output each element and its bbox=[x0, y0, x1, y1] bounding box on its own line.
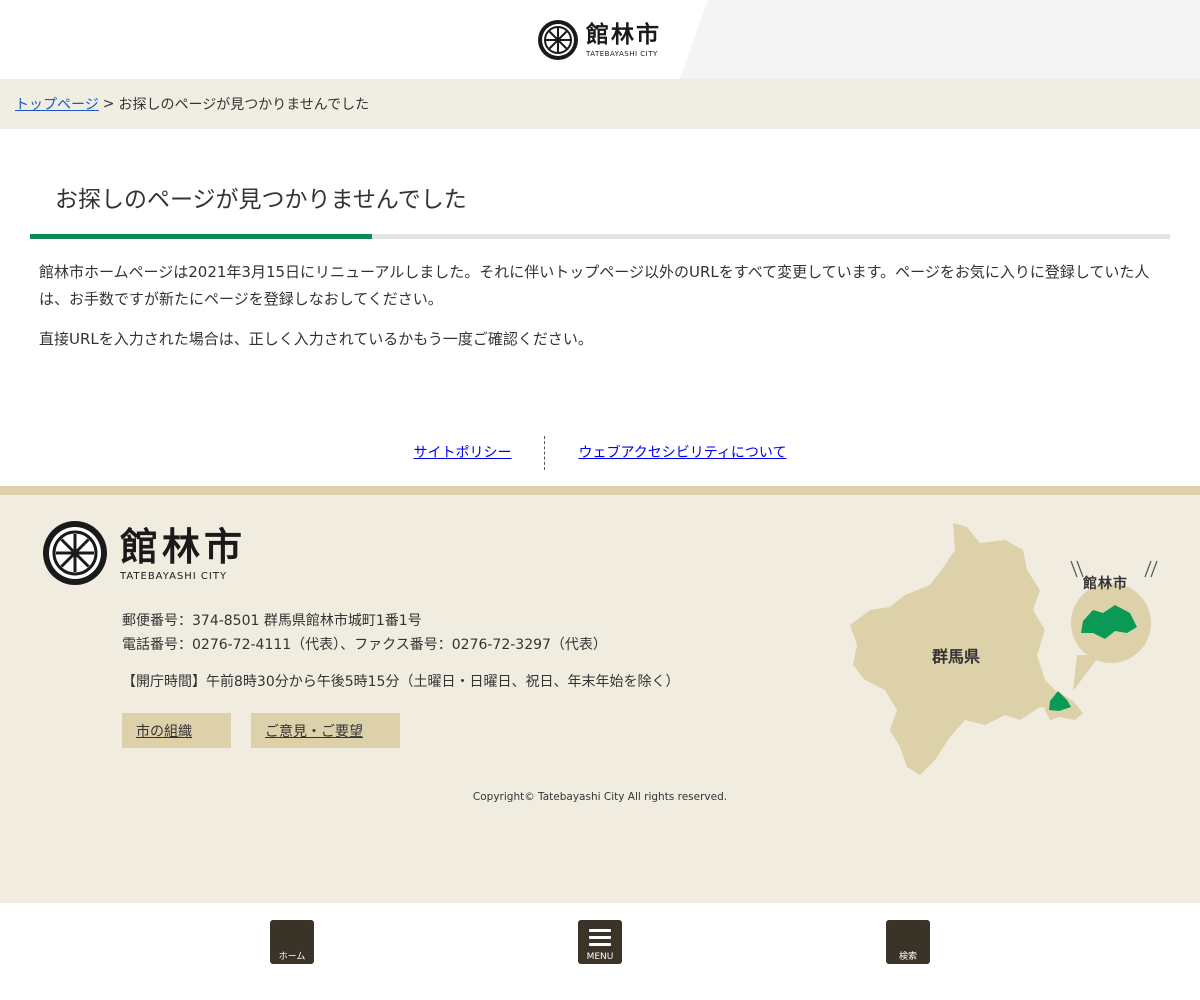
home-nav-button[interactable]: ホーム bbox=[270, 920, 314, 964]
hamburger-icon bbox=[589, 929, 611, 947]
title-underline-accent bbox=[30, 234, 372, 239]
copyright: Copyright© Tatebayashi City All rights r… bbox=[472, 791, 728, 803]
footer-contact: 郵便番号：374-8501 群馬県館林市城町1番1号 電話番号：0276-72-… bbox=[122, 609, 607, 657]
footer-hours: 【開庁時間】午前8時30分から午後5時15分（土曜日・日曜日、祝日、年末年始を除… bbox=[122, 674, 680, 690]
header-decoration bbox=[680, 0, 1200, 79]
site-footer: 館林市 TATEBAYASHI CITY 郵便番号：374-8501 群馬県館林… bbox=[0, 486, 1200, 903]
notice-paragraph: 館林市ホームページは2021年3月15日にリニューアルしました。それに伴いトップ… bbox=[39, 263, 1150, 308]
breadcrumb-home-link[interactable]: トップページ bbox=[15, 94, 99, 114]
logo-name: 館林市 bbox=[586, 21, 661, 48]
org-button[interactable]: 市の組織 bbox=[122, 713, 231, 748]
footer-logo-roman: TATEBAYASHI CITY bbox=[120, 570, 228, 582]
map-prefecture-label: 群馬県 bbox=[932, 647, 981, 666]
footer-address: 郵便番号：374-8501 群馬県館林市城町1番1号 bbox=[122, 613, 422, 629]
map-city-label: 館林市 bbox=[1083, 576, 1128, 592]
main-content: 館林市ホームページは2021年3月15日にリニューアルしました。それに伴いトップ… bbox=[39, 259, 1169, 353]
menu-nav-label: MENU bbox=[586, 952, 614, 962]
breadcrumb-separator: > bbox=[102, 96, 115, 112]
title-underline bbox=[30, 234, 1170, 239]
logo-roman: TATEBAYASHI CITY bbox=[586, 49, 658, 58]
menu-nav-button[interactable]: MENU bbox=[578, 920, 622, 964]
location-map: 群馬県 館林市 bbox=[845, 515, 1165, 780]
search-nav-label: 検索 bbox=[898, 952, 917, 962]
footer-phone: 電話番号：0276-72-4111（代表）、ファクス番号：0276-72-329… bbox=[122, 637, 607, 653]
bottom-nav: ホーム MENU 検索 bbox=[0, 903, 1200, 1000]
footer-links: サイトポリシー ウェブアクセシビリティについて bbox=[0, 436, 1200, 470]
url-check-paragraph: 直接URLを入力された場合は、正しく入力されているかもう一度ご確認ください。 bbox=[39, 330, 593, 348]
page-title: お探しのページが見つかりませんでした bbox=[55, 187, 467, 213]
site-policy-link[interactable]: サイトポリシー bbox=[380, 436, 544, 470]
breadcrumb-current: お探しのページが見つかりませんでした bbox=[118, 97, 370, 113]
city-emblem-icon bbox=[43, 521, 107, 585]
gunma-map-icon bbox=[850, 523, 1158, 775]
opinion-button[interactable]: ご意見・ご要望 bbox=[251, 713, 400, 748]
accessibility-link[interactable]: ウェブアクセシビリティについて bbox=[545, 436, 819, 470]
site-header: 館林市 TATEBAYASHI CITY bbox=[0, 0, 1200, 79]
site-logo[interactable]: 館林市 TATEBAYASHI CITY bbox=[537, 17, 661, 63]
city-emblem-icon bbox=[538, 20, 578, 60]
footer-buttons: 市の組織 ご意見・ご要望 bbox=[122, 713, 400, 748]
footer-logo[interactable]: 館林市 TATEBAYASHI CITY bbox=[42, 520, 246, 586]
breadcrumb: トップページ > お探しのページが見つかりませんでした bbox=[0, 79, 1200, 129]
footer-logo-name: 館林市 bbox=[120, 524, 247, 569]
search-nav-button[interactable]: 検索 bbox=[886, 920, 930, 964]
home-nav-label: ホーム bbox=[278, 952, 306, 962]
